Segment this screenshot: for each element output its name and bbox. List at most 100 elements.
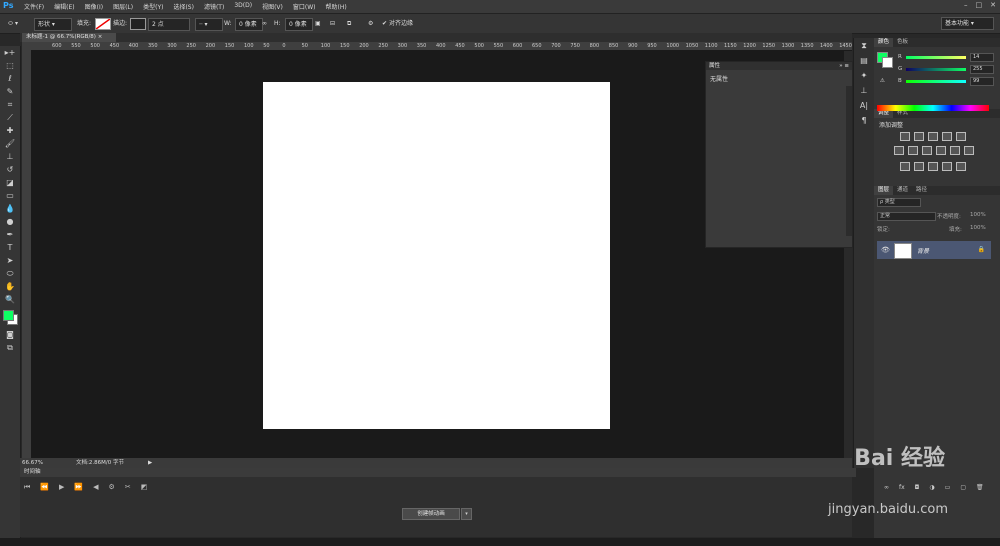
height-field[interactable]: 0 像素 xyxy=(285,18,313,31)
next-frame-icon[interactable]: ⏩ xyxy=(74,483,83,492)
path-alignment-icon[interactable]: ⊟ xyxy=(330,18,335,29)
blend-mode-select[interactable]: 正常 xyxy=(877,212,936,221)
warning-icon[interactable]: ⚠ xyxy=(880,77,885,85)
red-value[interactable]: 14 xyxy=(970,53,994,62)
stroke-swatch[interactable] xyxy=(130,18,146,30)
tab-paths[interactable]: 路径 xyxy=(912,186,931,195)
blue-slider[interactable]: ⚠ B 99 xyxy=(878,77,996,86)
document-canvas[interactable] xyxy=(263,82,610,429)
delete-layer-icon[interactable]: 🗑 xyxy=(976,484,984,491)
hand-tool-icon[interactable]: ✋ xyxy=(0,280,20,293)
close-icon[interactable]: ✕ xyxy=(990,1,996,9)
menu-type[interactable]: 类型(Y) xyxy=(143,2,163,11)
new-layer-icon[interactable]: ▢ xyxy=(960,484,966,491)
dodge-tool-icon[interactable]: ● xyxy=(0,215,20,228)
align-edges-checkbox[interactable]: ✔ 对齐边缘 xyxy=(382,18,413,29)
levels-icon[interactable] xyxy=(914,132,924,141)
photo-filter-icon[interactable] xyxy=(936,146,946,155)
gradient-tool-icon[interactable]: ▭ xyxy=(0,189,20,202)
close-tab-icon[interactable]: × xyxy=(98,34,103,40)
brush-presets-icon[interactable]: ✦ xyxy=(854,68,874,83)
red-slider[interactable]: R 14 xyxy=(878,53,996,62)
audio-icon[interactable]: ◀ xyxy=(93,483,98,492)
gradient-map-icon[interactable] xyxy=(942,162,952,171)
color-balance-icon[interactable] xyxy=(908,146,918,155)
path-operations-icon[interactable]: ▣ xyxy=(315,18,321,29)
menu-layer[interactable]: 图层(L) xyxy=(113,2,133,11)
history-brush-tool-icon[interactable]: ↺ xyxy=(0,163,20,176)
menu-image[interactable]: 图像(I) xyxy=(85,2,103,11)
width-field[interactable]: 0 像素 xyxy=(235,18,263,31)
menu-select[interactable]: 选择(S) xyxy=(173,2,194,11)
link-icon[interactable]: ∞ xyxy=(262,18,267,29)
clone-source-icon[interactable]: ⊥ xyxy=(854,83,874,98)
transition-icon[interactable]: ◩ xyxy=(141,483,148,492)
gear-icon[interactable]: ⚙ xyxy=(368,18,373,29)
brightness-icon[interactable] xyxy=(900,132,910,141)
play-icon[interactable]: ▶ xyxy=(59,483,64,492)
layer-name[interactable]: 背景 xyxy=(917,246,929,255)
menu-edit[interactable]: 编辑(E) xyxy=(54,2,74,11)
add-mask-icon[interactable]: ◘ xyxy=(915,484,920,491)
character-icon[interactable]: A| xyxy=(854,98,874,113)
layer-kind-filter[interactable]: ρ 类型 xyxy=(877,198,921,207)
hue-saturation-icon[interactable] xyxy=(894,146,904,155)
foreground-color-swatch[interactable] xyxy=(3,310,14,321)
document-tab[interactable]: 未标题-1 @ 66.7%(RGB/8) × xyxy=(22,33,116,42)
history-icon[interactable]: ⧗ xyxy=(854,38,874,53)
menu-3d[interactable]: 3D(D) xyxy=(234,2,252,11)
color-spectrum[interactable] xyxy=(877,105,989,111)
first-frame-icon[interactable]: ⏮ xyxy=(24,483,30,492)
stroke-width-field[interactable]: 2 点 xyxy=(148,18,190,31)
zoom-tool-icon[interactable]: 🔍 xyxy=(0,293,20,306)
black-white-icon[interactable] xyxy=(922,146,932,155)
menu-help[interactable]: 帮助(H) xyxy=(326,2,347,11)
ellipse-tool-icon[interactable]: ⬭ xyxy=(0,267,20,280)
quick-select-tool-icon[interactable]: ✎ xyxy=(0,85,20,98)
color-lookup-icon[interactable] xyxy=(964,146,974,155)
properties-scrollbar[interactable] xyxy=(846,86,852,236)
green-slider[interactable]: G 255 xyxy=(878,65,996,74)
move-tool-icon[interactable]: ▸+ xyxy=(0,46,20,59)
tab-layers[interactable]: 图层 xyxy=(874,186,894,195)
eyedropper-tool-icon[interactable]: ⟋ xyxy=(0,111,20,124)
minimize-icon[interactable]: – xyxy=(964,1,968,9)
marquee-tool-icon[interactable]: ⬚ xyxy=(0,59,20,72)
tab-channels[interactable]: 通道 xyxy=(893,186,912,195)
selective-color-icon[interactable] xyxy=(956,162,966,171)
menu-filter[interactable]: 滤镜(T) xyxy=(204,2,224,11)
curves-icon[interactable] xyxy=(928,132,938,141)
pen-tool-icon[interactable]: ✒ xyxy=(0,228,20,241)
new-group-icon[interactable]: ▭ xyxy=(945,484,951,491)
channel-mixer-icon[interactable] xyxy=(950,146,960,155)
threshold-icon[interactable] xyxy=(928,162,938,171)
menu-window[interactable]: 窗口(W) xyxy=(293,2,316,11)
screen-mode-icon[interactable]: ⧉ xyxy=(0,341,20,354)
clone-stamp-tool-icon[interactable]: ⊥ xyxy=(0,150,20,163)
type-tool-icon[interactable]: T xyxy=(0,241,20,254)
crop-tool-icon[interactable]: ⌗ xyxy=(0,98,20,111)
create-frame-animation-button[interactable]: 创建帧动画 xyxy=(402,508,460,520)
paragraph-icon[interactable]: ¶ xyxy=(854,113,874,128)
posterize-icon[interactable] xyxy=(914,162,924,171)
status-menu-arrow-icon[interactable]: ▶ xyxy=(148,458,152,468)
stroke-type-select[interactable]: ┈ ▾ xyxy=(195,18,223,31)
maximize-icon[interactable]: □ xyxy=(976,1,983,9)
properties-icon[interactable]: ▤ xyxy=(854,53,874,68)
path-arrangement-icon[interactable]: ⧉ xyxy=(347,18,351,29)
path-select-tool-icon[interactable]: ➤ xyxy=(0,254,20,267)
link-layers-icon[interactable]: ∞ xyxy=(884,484,889,491)
lasso-tool-icon[interactable]: ℓ xyxy=(0,72,20,85)
zoom-level[interactable]: 66.67% xyxy=(22,458,43,468)
vibrance-icon[interactable] xyxy=(956,132,966,141)
settings-icon[interactable]: ⚙ xyxy=(109,483,115,492)
workspace-select[interactable]: 基本功能 ▾ xyxy=(941,17,994,30)
brush-tool-icon[interactable]: 🖌 xyxy=(0,137,20,150)
fx-icon[interactable]: fx xyxy=(899,484,905,491)
eye-icon[interactable]: 👁 xyxy=(881,246,890,254)
blur-tool-icon[interactable]: 💧 xyxy=(0,202,20,215)
menu-view[interactable]: 视图(V) xyxy=(262,2,283,11)
invert-icon[interactable] xyxy=(900,162,910,171)
blue-value[interactable]: 99 xyxy=(970,77,994,86)
green-value[interactable]: 255 xyxy=(970,65,994,74)
